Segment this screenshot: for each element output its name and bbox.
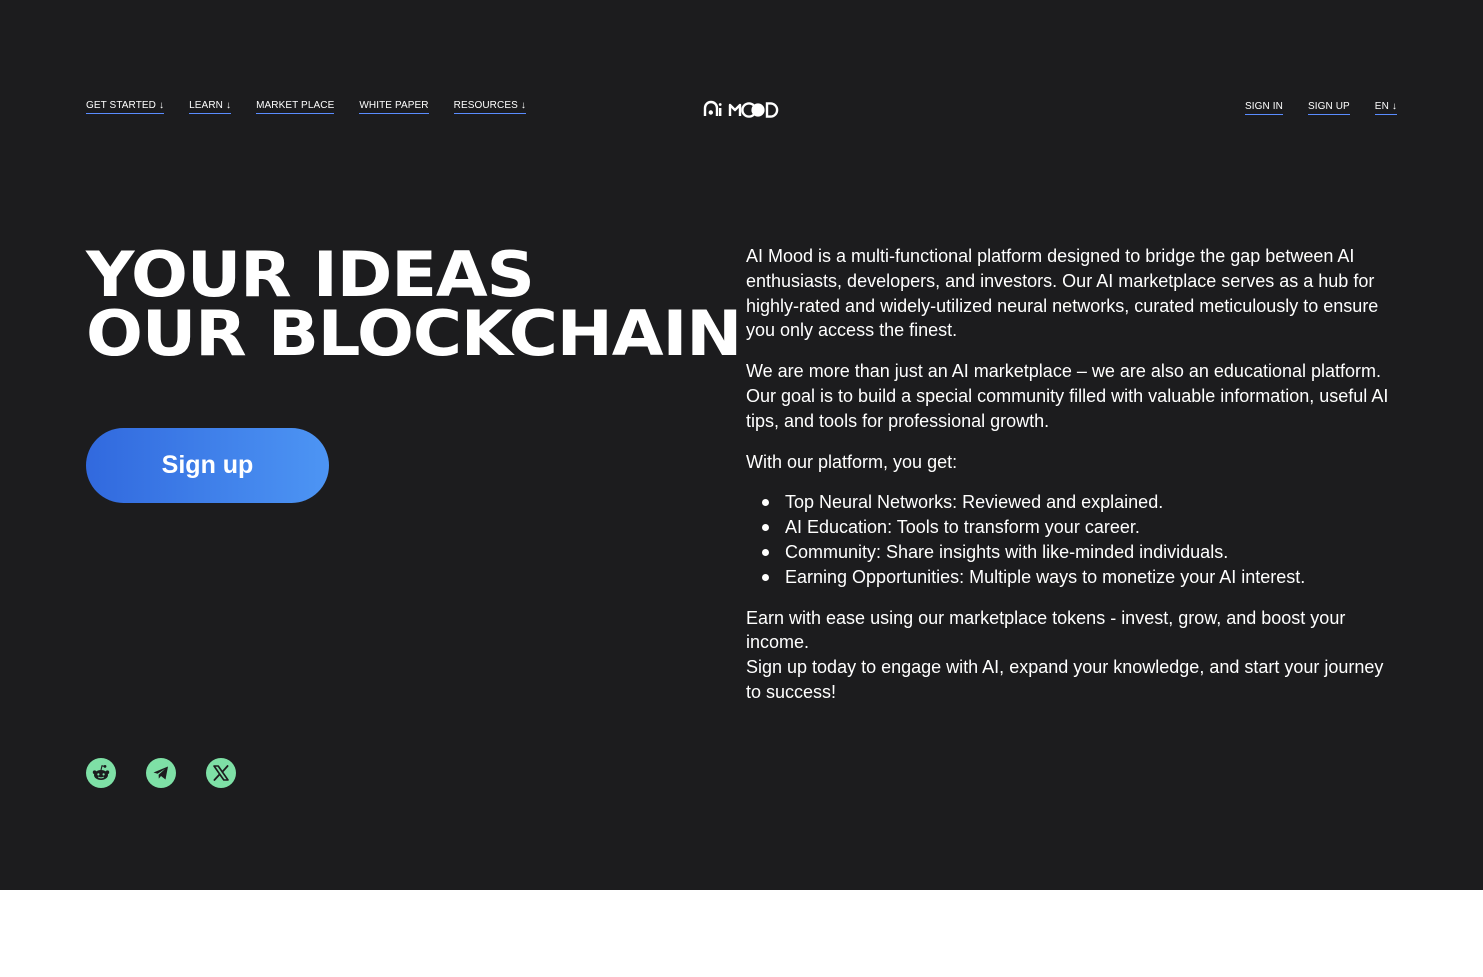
nav-white-paper-label: WHITE PAPER [359,100,429,111]
sign-up-label: SIGN UP [1307,101,1350,112]
hero-headline: YOUR IDEAS OUR BLOCKCHAIN [86,244,742,365]
nav-learn-label: LEARN [189,100,223,111]
reddit-link[interactable] [86,758,116,788]
hero-section: GET STARTED ↓ LEARN ↓ MARKET PLACE WHITE… [0,0,1483,890]
social-links [86,758,266,788]
arrow-down-icon: ↓ [225,99,232,111]
telegram-icon [153,766,168,780]
sign-up-button[interactable]: Sign up [86,428,329,503]
telegram-link[interactable] [146,758,176,788]
about-text: AI Mood is a multi-functional platform d… [746,244,1394,705]
sign-in-link[interactable]: SIGN IN [1245,101,1283,115]
benefits-list: Top Neural Networks: Reviewed and explai… [746,490,1394,589]
reddit-icon [92,765,110,780]
x-link[interactable] [206,758,236,788]
x-icon [213,765,229,781]
arrow-down-icon: ↓ [520,99,526,111]
nav-market-place[interactable]: MARKET PLACE [256,100,335,114]
headline-line-2: OUR BLOCKCHAIN [86,297,742,370]
nav-learn[interactable]: LEARN ↓ [189,99,232,114]
next-section [0,890,1483,977]
about-paragraph-2: We are more than just an AI marketplace … [746,361,1389,431]
nav-resources-label: RESOURCES [453,100,518,111]
site-logo[interactable]: AI MOOD [703,99,779,118]
about-paragraph-1: AI Mood is a multi-functional platform d… [746,246,1379,341]
sign-in-label: SIGN IN [1245,101,1283,112]
nav-market-place-label: MARKET PLACE [256,100,335,111]
nav-resources[interactable]: RESOURCES ↓ [453,99,526,114]
list-item: Earning Opportunities: Multiple ways to … [746,565,1394,590]
list-item: Community: Share insights with like-mind… [746,540,1394,565]
ai-mood-logo-icon [703,100,779,118]
language-label: EN [1374,101,1389,112]
language-selector[interactable]: EN ↓ [1374,100,1397,115]
arrow-down-icon: ↓ [1391,100,1397,112]
list-item: AI Education: Tools to transform your ca… [746,515,1394,540]
list-item: Top Neural Networks: Reviewed and explai… [746,490,1394,515]
main-nav: GET STARTED ↓ LEARN ↓ MARKET PLACE WHITE… [86,100,551,114]
arrow-down-icon: ↓ [159,99,165,111]
about-paragraph-5: Sign up today to engage with AI, expand … [746,657,1384,702]
headline-line-1: YOUR IDEAS [86,238,535,311]
nav-get-started-label: GET STARTED [86,100,157,111]
about-paragraph-4: Earn with ease using our marketplace tok… [746,607,1346,653]
about-paragraph-3: With our platform, you get: [746,451,958,472]
nav-get-started[interactable]: GET STARTED ↓ [86,99,165,114]
account-nav: SIGN IN SIGN UP EN ↓ [1220,101,1397,115]
nav-white-paper[interactable]: WHITE PAPER [359,100,429,114]
sign-up-link[interactable]: SIGN UP [1307,101,1350,115]
